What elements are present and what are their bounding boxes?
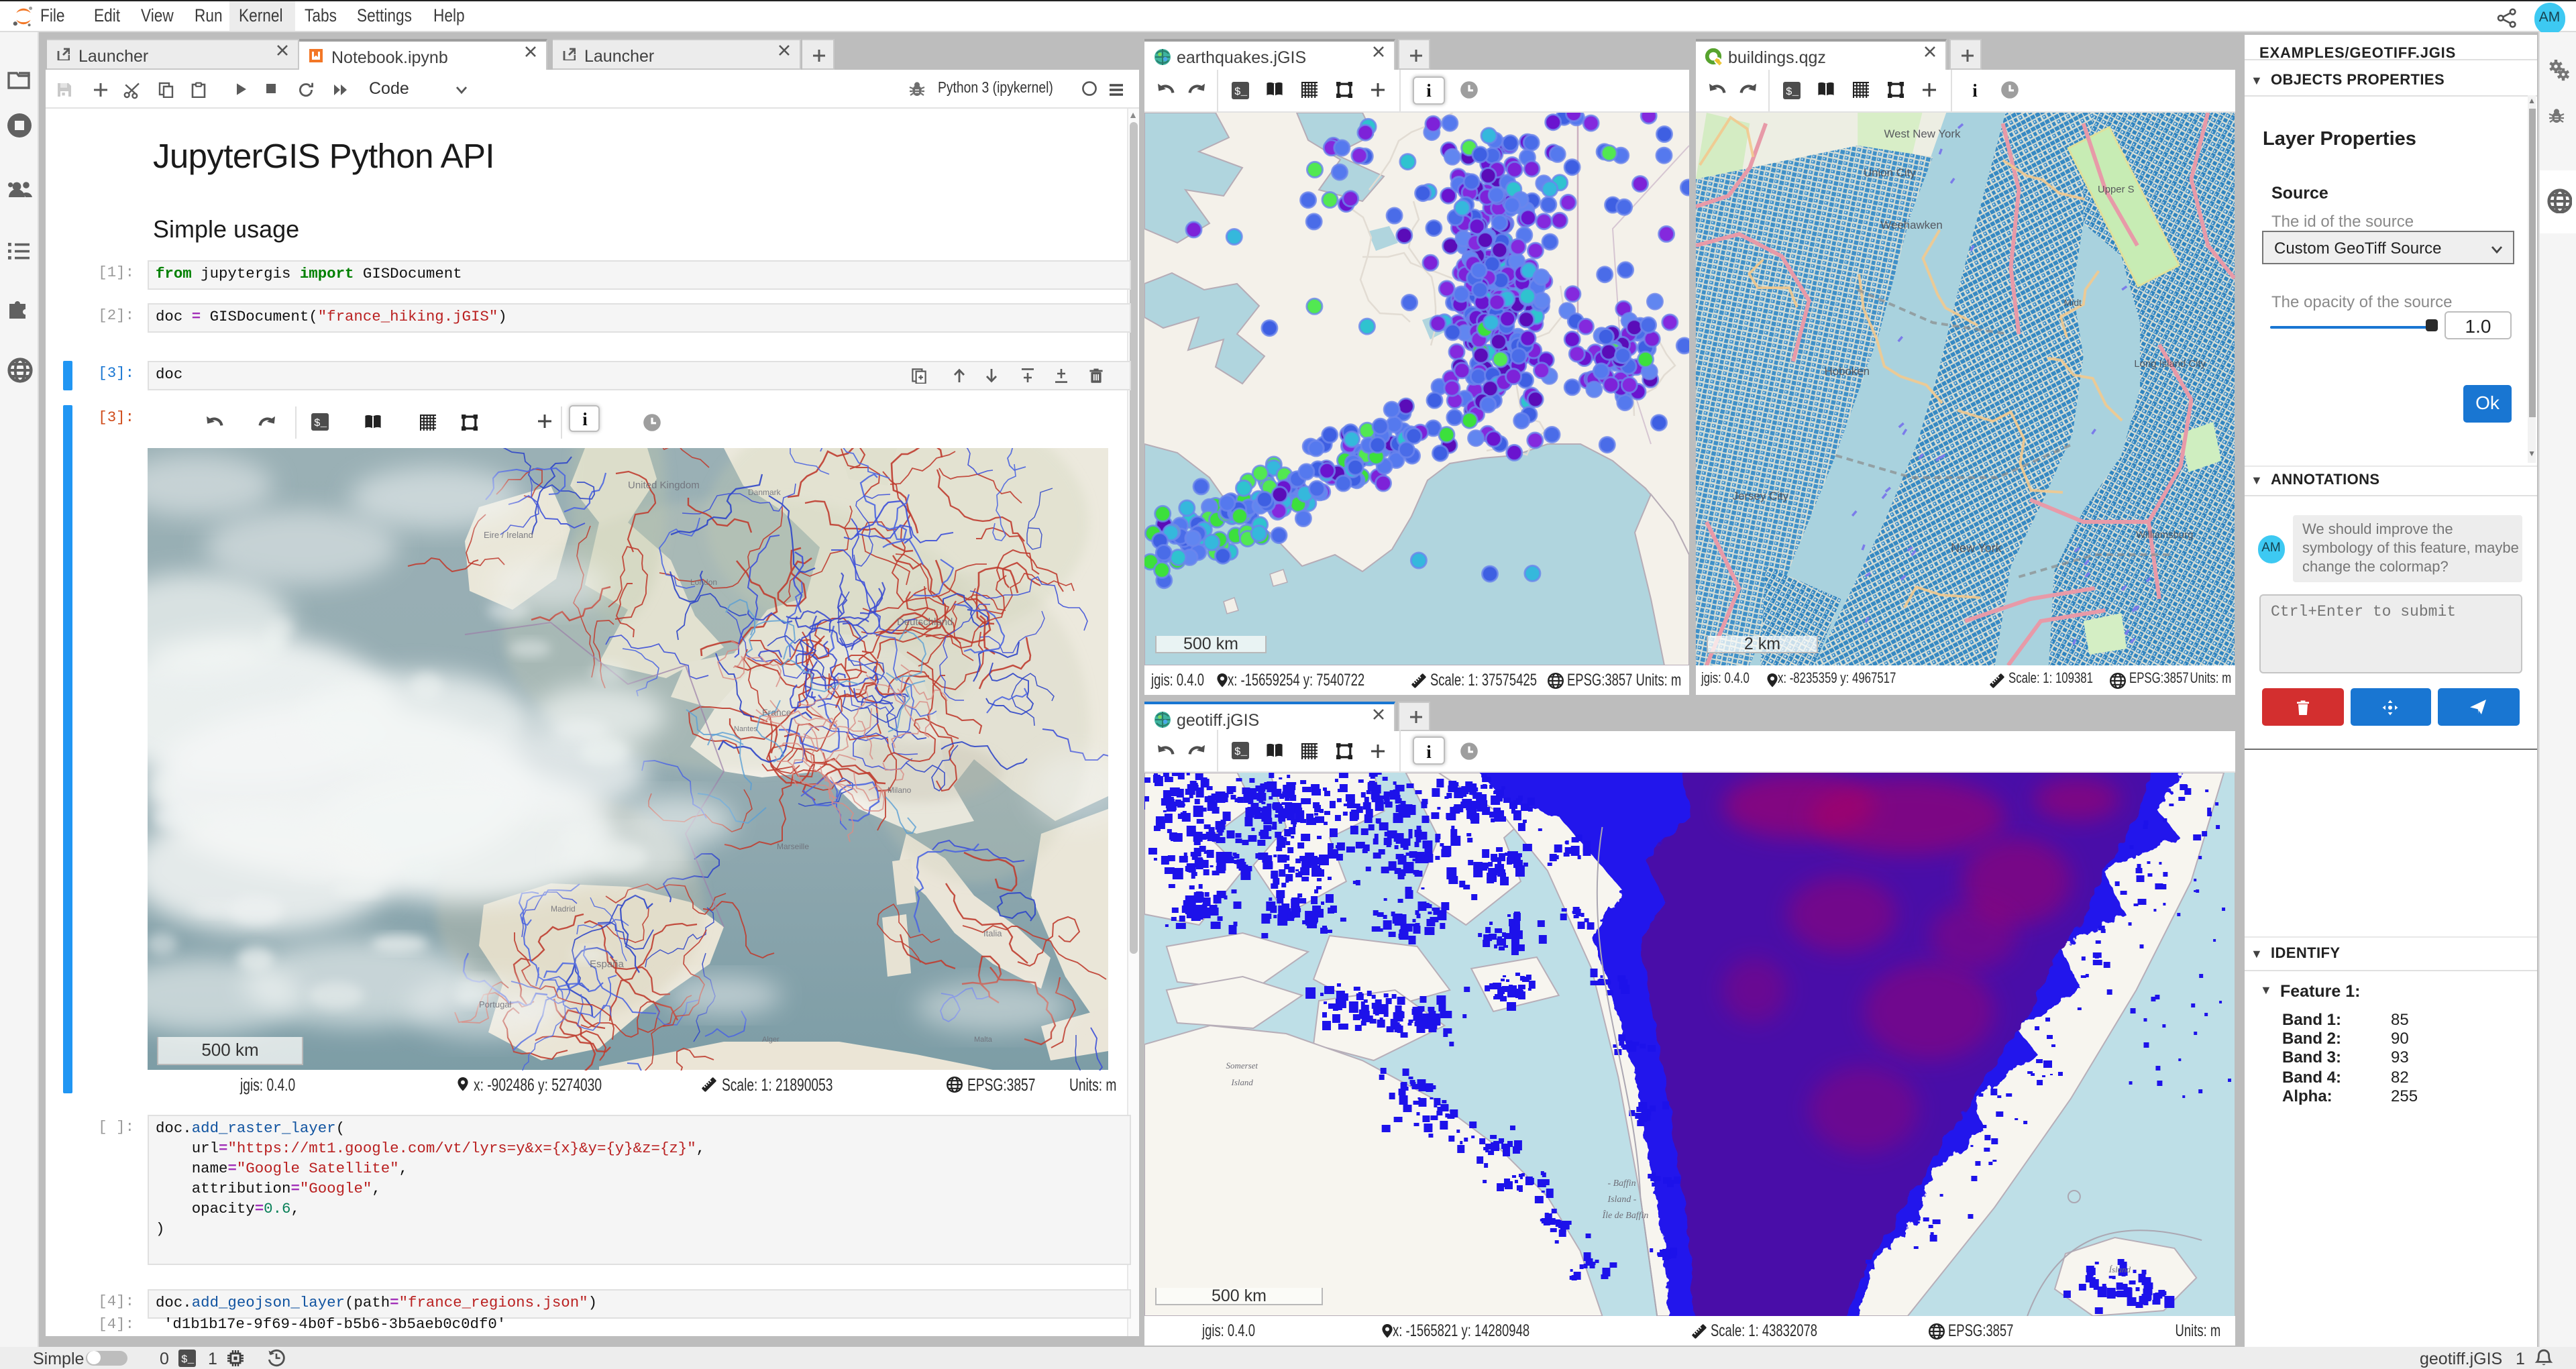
svg-text:Italia: Italia: [983, 928, 1002, 938]
svg-text:West New York: West New York: [1884, 127, 1961, 140]
svg-text:United Kingdom: United Kingdom: [628, 480, 700, 491]
svg-text:Eire / Ireland: Eire / Ireland: [484, 530, 533, 540]
svg-text:London: London: [690, 578, 717, 587]
svg-text:Alger: Alger: [762, 1036, 780, 1044]
svg-text:Island -: Island -: [1607, 1195, 1636, 1205]
svg-text:Nantes: Nantes: [734, 725, 757, 733]
svg-text:Union City: Union City: [1864, 166, 1916, 178]
svg-text:- Baffin: - Baffin: [1607, 1179, 1635, 1189]
svg-text:Ísland: Ísland: [2108, 1264, 2131, 1274]
svg-text:Upper S: Upper S: [2098, 183, 2135, 195]
svg-text:$_: $_: [314, 417, 327, 429]
svg-text:Island: Island: [1231, 1077, 1254, 1087]
svg-text:España: España: [590, 959, 625, 970]
svg-text:Milano: Milano: [888, 785, 912, 795]
svg-text:Hoboken: Hoboken: [1825, 364, 1870, 377]
svg-text:$_: $_: [1234, 747, 1248, 759]
svg-text:i: i: [1426, 83, 1432, 99]
svg-text:Île de Baffin: Île de Baffin: [1601, 1209, 1648, 1221]
svg-text:Williamsburg: Williamsburg: [2136, 529, 2193, 540]
svg-text:Malta: Malta: [974, 1036, 993, 1044]
svg-text:Portugal: Portugal: [479, 999, 512, 1009]
svg-text:$_: $_: [1786, 86, 1799, 98]
svg-text:Long Island City: Long Island City: [2134, 358, 2206, 369]
svg-text:Midt: Midt: [2064, 296, 2082, 307]
svg-text:Marseille: Marseille: [777, 842, 809, 851]
svg-text:i: i: [1972, 83, 1978, 99]
svg-text:France: France: [762, 707, 792, 718]
svg-text:New York: New York: [1951, 541, 2001, 554]
svg-text:$_: $_: [181, 1354, 195, 1366]
svg-text:$_: $_: [1234, 86, 1248, 98]
svg-text:Jersey City: Jersey City: [1733, 489, 1789, 502]
svg-text:Weehawken: Weehawken: [1880, 218, 1942, 231]
svg-text:i: i: [1426, 743, 1432, 759]
svg-text:Somerset: Somerset: [1226, 1060, 1258, 1071]
svg-text:Madrid: Madrid: [551, 904, 576, 914]
svg-text:Deutschland: Deutschland: [897, 616, 953, 628]
svg-text:Danmark: Danmark: [748, 488, 782, 497]
svg-text:i: i: [582, 410, 587, 427]
